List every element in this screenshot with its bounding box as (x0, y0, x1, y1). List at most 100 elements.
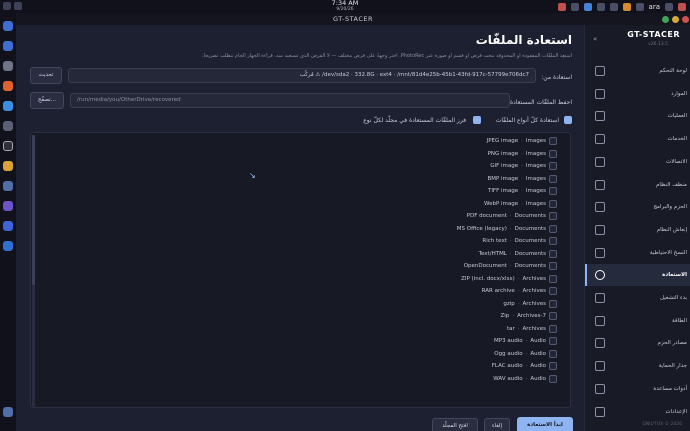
file-type-checkbox[interactable] (549, 374, 557, 383)
file-type-checkbox[interactable] (549, 137, 557, 145)
github-app-icon[interactable] (3, 141, 13, 151)
file-type-checkbox[interactable] (549, 212, 557, 220)
discord-app-icon[interactable] (3, 221, 13, 231)
sidebar-item[interactable]: بدء التشغيل (585, 287, 690, 309)
file-type-checkbox[interactable] (549, 324, 557, 333)
sidebar-item[interactable]: لوحة التحكم (585, 60, 690, 82)
sidebar-item[interactable]: أدوات مساعدة (585, 378, 690, 400)
monitor-app-icon[interactable] (3, 241, 13, 251)
file-type-checkbox[interactable] (549, 287, 557, 295)
mail-app-icon[interactable] (3, 101, 13, 111)
file-type-row[interactable]: Zip · Archives-7 (416, 310, 546, 322)
gt-stacer-app-icon[interactable] (3, 181, 13, 191)
keyboard-layout[interactable]: ara (649, 3, 660, 11)
file-type-row[interactable]: PDF document · Documents (416, 210, 546, 222)
file-type-row[interactable]: GIF image · Images (416, 160, 546, 172)
trash-app-icon[interactable] (3, 407, 13, 417)
file-type-row[interactable]: TIFF image · Images (416, 185, 546, 197)
file-type-row[interactable]: Text/HTML · Documents (416, 248, 546, 260)
file-type-checkbox[interactable] (549, 174, 557, 183)
file-type-row[interactable]: gzip · Archives (416, 298, 546, 310)
file-type-row[interactable]: ZIP (incl. docx/xlsx) · Archives (416, 273, 546, 285)
app-menu-icon[interactable] (3, 2, 11, 10)
files-app-icon[interactable] (3, 21, 13, 31)
file-type-checkbox[interactable] (549, 162, 557, 170)
file-type-checkbox[interactable] (549, 274, 557, 283)
file-type-row[interactable]: MS Office (legacy) · Documents (416, 223, 546, 235)
collapse-sidebar-icon[interactable]: « (593, 35, 597, 43)
file-type-row[interactable]: RAR archive · Archives (416, 285, 546, 297)
store-app-icon[interactable] (3, 41, 13, 51)
file-type-row[interactable]: Ogg audio · Audio (416, 348, 546, 360)
file-type-checkbox[interactable] (549, 362, 557, 370)
sidebar-item[interactable]: الاتصالات (585, 151, 690, 173)
sidebar-item[interactable]: الاستعادة (585, 264, 690, 287)
file-type-checkbox[interactable] (549, 224, 557, 233)
sort-by-type-checkbox[interactable] (473, 116, 481, 124)
refresh-button[interactable]: تحديث (30, 67, 62, 84)
sidebar-item[interactable]: مصادر الحزم (585, 332, 690, 354)
file-type-checkbox[interactable] (549, 262, 557, 270)
destination-input[interactable]: /run/media/you/OtherDrive/recovered (70, 93, 510, 108)
maximize-icon[interactable] (672, 16, 679, 23)
display-icon[interactable] (635, 2, 644, 11)
browse-button[interactable]: تصفّح... (30, 92, 64, 109)
workspace-icon[interactable] (14, 2, 22, 10)
file-type-row[interactable]: WAV audio · Audio (416, 373, 546, 385)
file-type-row[interactable]: MP3 audio · Audio (416, 335, 546, 347)
close-icon[interactable] (682, 16, 689, 23)
bluetooth-icon[interactable] (596, 2, 605, 11)
file-type-checkbox[interactable] (549, 249, 557, 258)
file-type-checkbox[interactable] (549, 149, 557, 158)
scrollbar-thumb[interactable] (32, 135, 35, 285)
terminal-app-icon[interactable] (3, 61, 13, 71)
file-type-checkbox[interactable] (549, 187, 557, 195)
file-type-checkbox[interactable] (549, 237, 557, 245)
sidebar-item[interactable]: الإعدادات (585, 401, 690, 423)
minimize-icon[interactable] (662, 16, 669, 23)
sort-by-type-label[interactable]: فرز الملفّات المستعادة في مجلّد لكلّ نوع (363, 117, 466, 124)
sidebar-item-icon (595, 293, 605, 303)
file-type-checkbox[interactable] (549, 299, 557, 308)
file-type-row[interactable]: PNG image · Images (416, 148, 546, 160)
file-type-checkbox[interactable] (549, 312, 557, 320)
list-scrollbar[interactable] (32, 135, 35, 407)
file-type-checkbox[interactable] (549, 337, 557, 345)
source-select[interactable]: dev/sda2 · 332.8G · ext4 · /mnt/81d4e25b… (68, 68, 536, 83)
battery-icon[interactable] (622, 2, 631, 11)
file-type-row[interactable]: FLAC audio · Audio (416, 360, 546, 372)
volume-icon[interactable] (609, 2, 618, 11)
sidebar-item[interactable]: إنعاش النظام (585, 219, 690, 241)
sidebar-item[interactable]: الطاقة (585, 310, 690, 332)
file-type-row[interactable]: Rich text · Documents (416, 235, 546, 247)
cancel-button[interactable]: إلغاء (484, 418, 510, 431)
sidebar-item[interactable]: الخدمات (585, 128, 690, 150)
notification-icon[interactable] (557, 2, 566, 11)
power-icon[interactable] (678, 2, 686, 11)
network-icon[interactable] (583, 2, 592, 11)
file-type-row[interactable]: WebP image · Images (416, 198, 546, 210)
start-recovery-button[interactable]: ابدأ الاستعادة (517, 417, 573, 431)
sidebar-item[interactable]: العمليات (585, 105, 690, 127)
file-type-checkbox[interactable] (549, 199, 557, 208)
recover-all-checkbox[interactable] (564, 116, 572, 124)
sidebar-item[interactable]: الموارد (585, 83, 690, 105)
sidebar-item[interactable]: جدار الحماية (585, 355, 690, 377)
chat-app-icon[interactable] (3, 121, 13, 131)
file-type-checkbox[interactable] (549, 349, 557, 358)
sidebar-item[interactable]: منظف النظام (585, 174, 690, 196)
game-app-icon[interactable] (3, 161, 13, 171)
sidebar-item[interactable]: الحزم والبرامج (585, 196, 690, 218)
file-type-row[interactable]: BMP image · Images (416, 173, 546, 185)
browser-app-icon[interactable] (3, 81, 13, 91)
recover-all-label[interactable]: استعادة كلّ أنواع الملفّات (496, 117, 559, 124)
file-type-row[interactable]: OpenDocument · Documents (416, 260, 546, 272)
menu-icon[interactable] (665, 2, 673, 11)
sidebar-item[interactable]: النسخ الاحتياطية (585, 242, 690, 264)
file-type-row[interactable]: JPEG image · Images (416, 135, 546, 147)
file-type-row[interactable]: tar · Archives (416, 323, 546, 335)
open-folder-button[interactable]: افتح المجلّد (432, 418, 478, 431)
clock[interactable]: 7:34 AM 9/20/26 (310, 0, 380, 13)
vpn-app-icon[interactable] (3, 201, 13, 211)
clipboard-icon[interactable] (570, 2, 579, 11)
